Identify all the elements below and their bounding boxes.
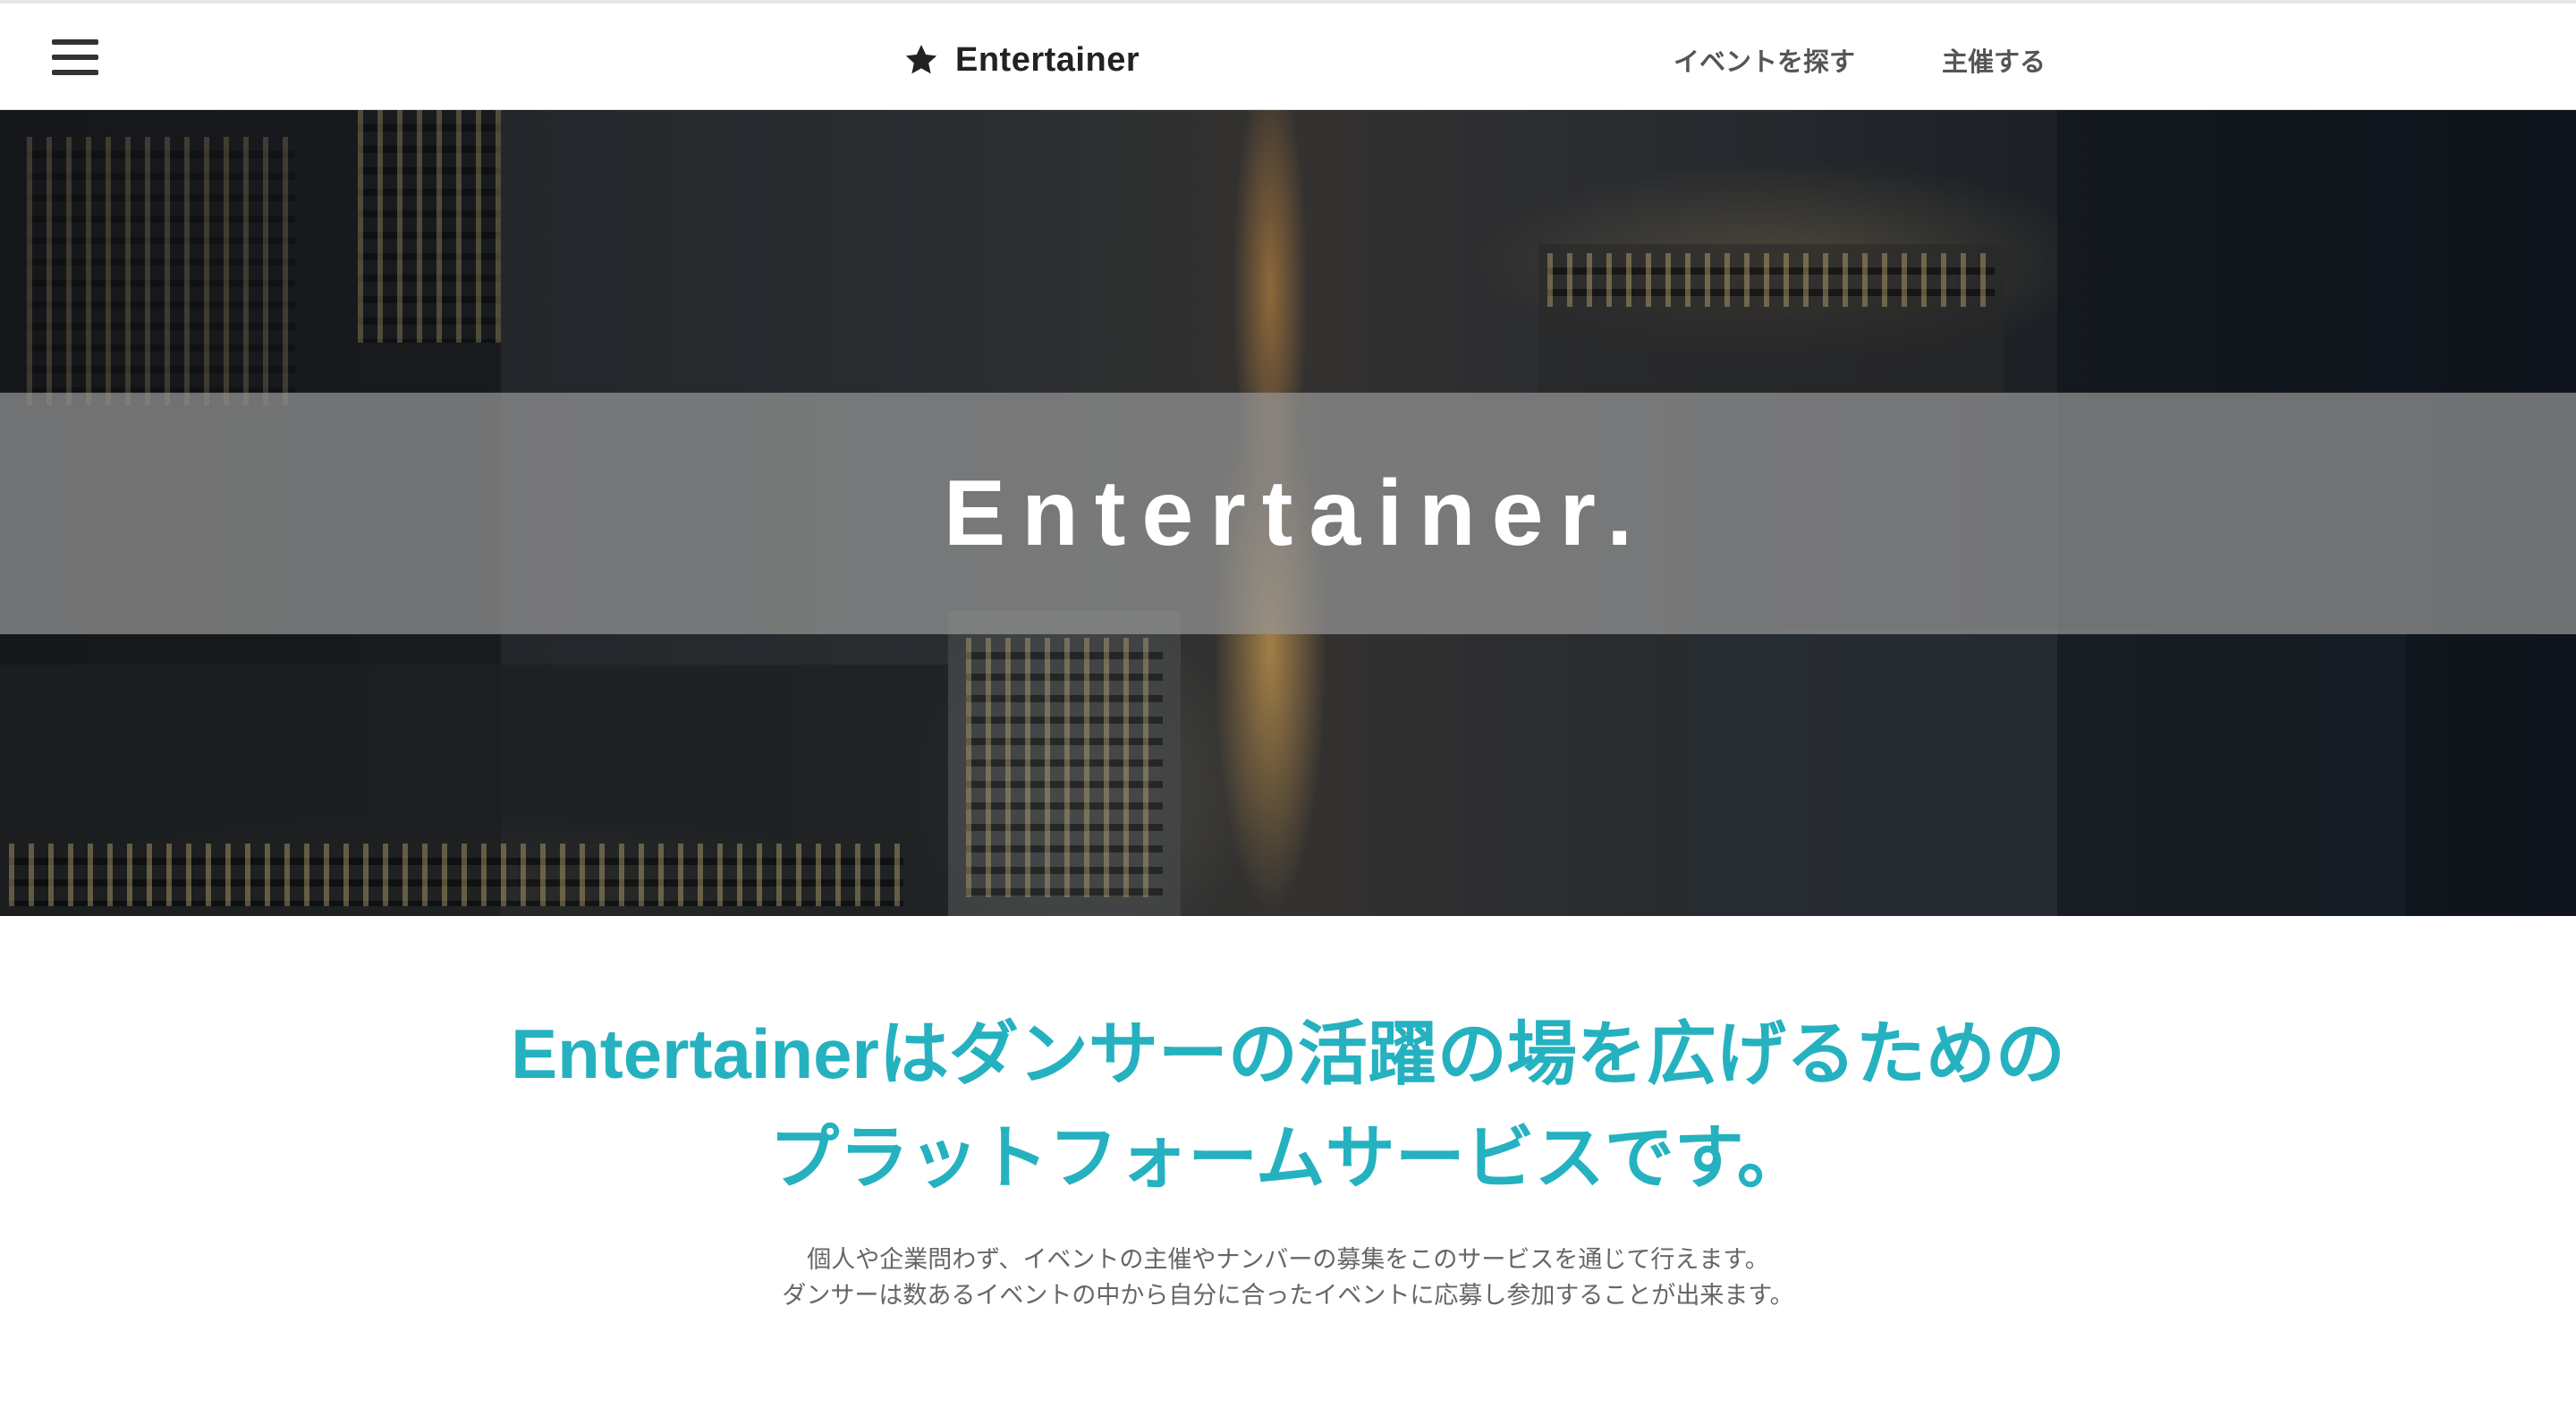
headline-line-1: Entertainerはダンサーの活躍の場を広げるための: [511, 1014, 2065, 1093]
headline-line-2: プラットフォームサービスです。: [769, 1118, 1807, 1197]
brand-logo-link[interactable]: Entertainer: [903, 38, 1140, 82]
hero-title-band: Entertainer.: [0, 393, 2576, 634]
description-line-1: 個人や企業問わず、イベントの主催やナンバーの募集をこのサービスを通じて行えます。: [807, 1246, 1769, 1273]
intro-description: 個人や企業問わず、イベントの主催やナンバーの募集をこのサービスを通じて行えます。…: [0, 1242, 2576, 1313]
brand-label: Entertainer: [955, 40, 1140, 79]
nav-find-events-link[interactable]: イベントを探す: [1674, 41, 1855, 79]
site-header: Entertainer イベントを探す 主催する: [0, 4, 2576, 110]
description-line-2: ダンサーは数あるイベントの中から自分に合ったイベントに応募し参加することが出来ま…: [782, 1282, 1794, 1309]
hamburger-menu-icon[interactable]: [52, 39, 98, 75]
hero-banner: Entertainer.: [0, 110, 2576, 916]
nav-host-link[interactable]: 主催する: [1942, 41, 2046, 79]
star-icon: [905, 45, 937, 74]
hero-title: Entertainer.: [943, 461, 1649, 565]
intro-headline: Entertainerはダンサーの活躍の場を広げるための プラットフォームサービ…: [0, 1002, 2576, 1209]
